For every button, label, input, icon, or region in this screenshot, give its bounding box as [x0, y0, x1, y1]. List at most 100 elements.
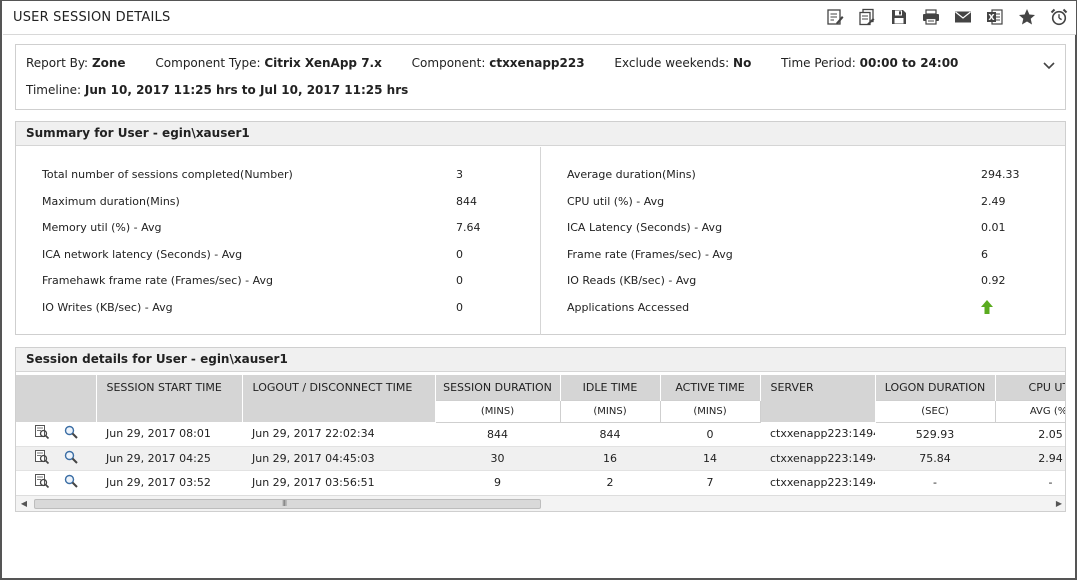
scroll-left-arrow[interactable]: ◀	[19, 499, 29, 509]
favorite-icon[interactable]	[1016, 7, 1038, 27]
summary-row: Frame rate (Frames/sec) - Avg 6	[541, 248, 1066, 266]
summary-metric-value: 6	[981, 247, 988, 261]
component-value: ctxxenapp223	[489, 56, 585, 70]
exclude-weekends-value: No	[733, 56, 752, 70]
cell-idle: 844	[560, 422, 660, 447]
cell-idle: 2	[560, 470, 660, 493]
column-header	[16, 375, 97, 422]
summary-metric-value: 294.33	[981, 168, 1020, 181]
time-period-label: Time Period:	[781, 56, 856, 70]
summary-row: CPU util (%) - Avg 2.49	[541, 195, 1066, 213]
cell-duration: 9	[435, 470, 560, 493]
summary-metric-value: 0.01	[981, 221, 1006, 234]
cell-cpu: 2.05	[995, 422, 1065, 447]
cell-logout: Jun 29, 2017 04:45:03	[242, 446, 435, 471]
svg-text:X: X	[988, 13, 995, 22]
cell-cpu: 2.94	[995, 446, 1065, 471]
report-by: Report By: Zone	[26, 56, 126, 70]
column-unit: AVG (%)	[994, 399, 1065, 423]
cell-active: 0	[660, 422, 760, 447]
chevron-down-icon[interactable]	[1041, 57, 1057, 73]
summary-row: Total number of sessions completed(Numbe…	[16, 168, 540, 186]
column-header[interactable]: SESSION DURATION	[435, 375, 561, 400]
edit-report-icon[interactable]	[824, 7, 846, 27]
session-grid: SESSION START TIME LOGOUT / DISCONNECT TI…	[16, 375, 1065, 493]
schedule-icon[interactable]	[1048, 7, 1070, 27]
summary-row: IO Reads (KB/sec) - Avg 0.92	[541, 274, 1066, 292]
cell-start: Jun 29, 2017 08:01	[96, 422, 242, 447]
scroll-right-arrow[interactable]: ▶	[1054, 499, 1064, 509]
page-title: USER SESSION DETAILS	[13, 10, 171, 25]
cell-logon: -	[875, 470, 995, 493]
column-header[interactable]: ACTIVE TIME	[660, 375, 761, 400]
column-header[interactable]: SESSION START TIME	[96, 375, 243, 422]
up-arrow-icon[interactable]	[981, 299, 993, 317]
component-label: Component:	[411, 56, 486, 70]
save-icon[interactable]	[888, 7, 910, 27]
view-detail-icon[interactable]	[34, 449, 50, 468]
session-table: SESSION START TIME LOGOUT / DISCONNECT TI…	[16, 375, 1065, 493]
cell-logon: 75.84	[875, 446, 995, 471]
row-actions	[16, 422, 96, 447]
summary-metric-label: Total number of sessions completed(Numbe…	[42, 168, 293, 181]
timeline: Timeline: Jun 10, 2017 11:25 hrs to Jul …	[26, 83, 408, 97]
column-unit: (MINS)	[659, 399, 761, 423]
summary-metric-label: Frame rate (Frames/sec) - Avg	[567, 247, 733, 261]
excel-icon[interactable]: X	[984, 7, 1006, 27]
column-header[interactable]: LOGON DURATION	[875, 375, 996, 400]
summary-metric-value: 2.49	[981, 194, 1006, 208]
column-header[interactable]: CPU UTI	[995, 375, 1065, 400]
summary-metric-label: Framehawk frame rate (Frames/sec) - Avg	[42, 274, 273, 287]
print-icon[interactable]	[920, 7, 942, 27]
summary-metric-value: 0	[456, 247, 463, 261]
view-detail-icon[interactable]	[34, 424, 50, 443]
cell-server: ctxxenapp223:1494	[760, 446, 875, 471]
summary-row: Applications Accessed	[541, 299, 1066, 319]
summary-metric-label: Applications Accessed	[567, 300, 690, 314]
copy-icon[interactable]	[856, 7, 878, 27]
view-detail-icon[interactable]	[34, 473, 50, 492]
cell-logout: Jun 29, 2017 22:02:34	[242, 422, 435, 447]
column-header[interactable]: IDLE TIME	[560, 375, 661, 400]
summary-metric-value: 0.92	[981, 274, 1006, 287]
toolbar: X	[824, 7, 1070, 27]
details-title: Session details for User - egin\xauser1	[16, 348, 1065, 372]
summary-row: IO Writes (KB/sec) - Avg 0	[16, 301, 540, 319]
exclude-weekends-label: Exclude weekends:	[614, 56, 730, 70]
search-icon[interactable]	[64, 425, 78, 442]
cell-logon: 529.93	[875, 422, 995, 447]
summary-metric-label: CPU util (%) - Avg	[567, 194, 665, 208]
table-row[interactable]: Jun 29, 2017 08:01 Jun 29, 2017 22:02:34 8…	[16, 422, 1065, 447]
summary-metric-label: IO Reads (KB/sec) - Avg	[567, 274, 697, 287]
search-icon[interactable]	[64, 474, 78, 491]
search-icon[interactable]	[64, 450, 78, 467]
cell-duration: 844	[435, 422, 560, 447]
column-unit: (SEC)	[874, 399, 996, 423]
summary-metric-label: IO Writes (KB/sec) - Avg	[42, 300, 173, 314]
summary-metric-label: Memory util (%) - Avg	[42, 221, 162, 234]
cell-idle: 16	[560, 446, 660, 471]
report-window: USER SESSION DETAILS X Report By: Zone C…	[0, 0, 1077, 580]
table-row[interactable]: Jun 29, 2017 04:25 Jun 29, 2017 04:45:03 3…	[16, 446, 1065, 471]
summary-row: Average duration(Mins) 294.33	[541, 168, 1066, 186]
cell-server: ctxxenapp223:1494	[760, 422, 875, 447]
timeline-label: Timeline:	[26, 83, 82, 97]
table-row[interactable]: Jun 29, 2017 03:52 Jun 29, 2017 03:56:51 9…	[16, 470, 1065, 493]
report-by-label: Report By:	[26, 56, 89, 70]
summary-metric-label: ICA network latency (Seconds) - Avg	[42, 247, 243, 261]
time-period: Time Period: 00:00 to 24:00	[781, 56, 958, 70]
scrollbar-thumb[interactable]: III	[34, 499, 541, 509]
column-header[interactable]: SERVER	[760, 375, 876, 422]
exclude-weekends: Exclude weekends: No	[614, 56, 751, 70]
horizontal-scrollbar[interactable]: ◀ III ▶	[16, 495, 1065, 511]
report-by-value: Zone	[91, 56, 126, 70]
component-type: Component Type: Citrix XenApp 7.x	[155, 56, 381, 70]
row-actions	[16, 446, 96, 471]
email-icon[interactable]	[952, 7, 974, 27]
summary-metric-label: Average duration(Mins)	[567, 168, 696, 181]
summary-panel: Summary for User - egin\xauser1 Total nu…	[15, 121, 1066, 335]
cell-start: Jun 29, 2017 04:25	[96, 446, 242, 471]
cell-active: 14	[660, 446, 760, 471]
summary-metric-value: 7.64	[456, 221, 481, 234]
column-header[interactable]: LOGOUT / DISCONNECT TIME	[242, 375, 436, 422]
